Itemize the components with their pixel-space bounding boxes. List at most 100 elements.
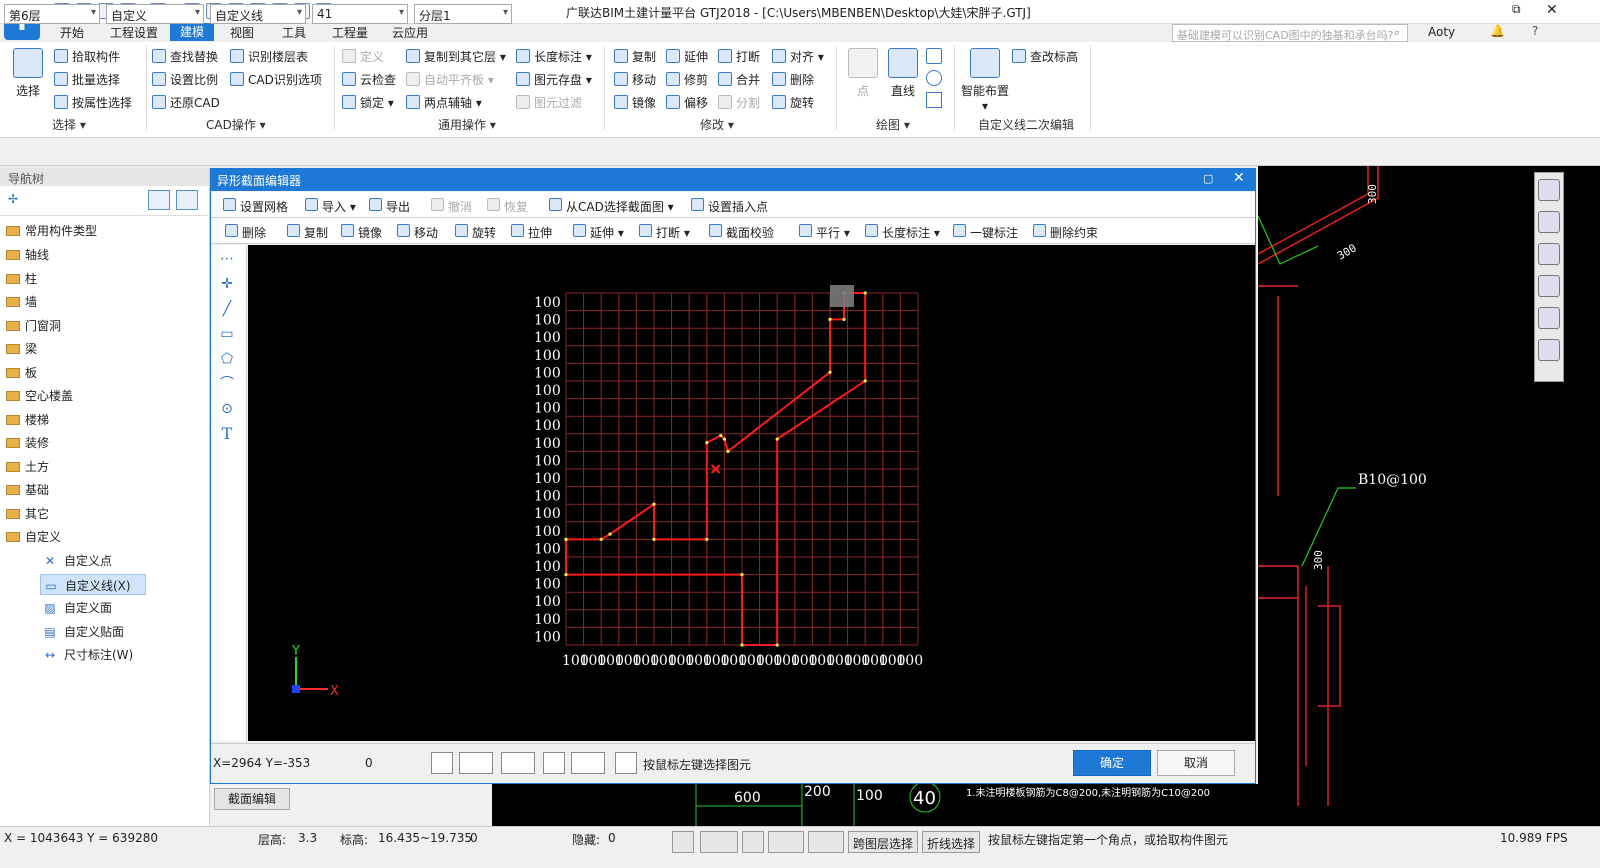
section-move-button[interactable]: 移动: [397, 224, 438, 241]
restore-cad-button[interactable]: 还原CAD: [152, 94, 220, 111]
restore-icon[interactable]: ⧉: [1512, 2, 1521, 17]
export-button[interactable]: 导出: [369, 198, 410, 215]
search-input[interactable]: 基础建模可以识别CAD图中的独基和承台吗?: [1172, 24, 1408, 42]
menu-quantity[interactable]: 工程量: [332, 24, 368, 41]
layer-select[interactable]: 分层1: [414, 4, 512, 24]
point-tool-icon[interactable]: ✛: [218, 277, 236, 291]
section-check-button[interactable]: 截面校验: [709, 224, 774, 241]
menu-modeling[interactable]: 建模: [170, 23, 215, 41]
line-tool-icon[interactable]: ╱: [218, 302, 236, 316]
layer-panel-icon[interactable]: [1538, 339, 1560, 361]
snap-mode-icon[interactable]: [700, 831, 738, 853]
group-select[interactable]: 选择 ▾: [52, 116, 86, 133]
tab-section-edit[interactable]: 截面编辑: [214, 788, 290, 810]
nav-sub-custom-point[interactable]: ✕ 自定义点: [42, 552, 112, 569]
pin-icon[interactable]: ✢: [8, 192, 18, 206]
snap-icon[interactable]: [459, 752, 493, 774]
cancel-button[interactable]: 取消: [1157, 750, 1235, 776]
offset-button[interactable]: 偏移: [666, 94, 708, 111]
polyline-select-button[interactable]: 折线选择: [922, 831, 981, 853]
help-icon[interactable]: ?: [1532, 24, 1538, 38]
nav-item-hollow-floor[interactable]: 空心楼盖: [6, 387, 73, 404]
nav-item-decoration[interactable]: 装修: [6, 434, 49, 451]
cad-options-button[interactable]: CAD识别选项: [230, 71, 322, 88]
section-canvas[interactable]: 100 100 100 100 100 100 100 100 100 100 100 100 100 1…: [248, 245, 1255, 741]
nav-item-axis[interactable]: 轴线: [6, 246, 49, 263]
rect-tool-icon[interactable]: ▭: [218, 327, 236, 341]
nav-sub-custom-line[interactable]: ▭ 自定义线(X): [40, 574, 146, 595]
trim-button[interactable]: 修剪: [666, 71, 708, 88]
nav-item-foundation[interactable]: 基础: [6, 481, 49, 498]
nav-item-wall[interactable]: 墙: [6, 293, 37, 310]
nav-item-column[interactable]: 柱: [6, 270, 37, 287]
split-button[interactable]: 分割: [718, 94, 760, 111]
notification-icon[interactable]: 🔔: [1490, 24, 1505, 38]
nav-item-stairs[interactable]: 楼梯: [6, 411, 49, 428]
align-button[interactable]: 对齐 ▾: [772, 48, 824, 65]
move-button[interactable]: 移动: [614, 71, 656, 88]
import-button[interactable]: 导入 ▾: [305, 198, 356, 215]
nav-item-earthwork[interactable]: 土方: [6, 458, 49, 475]
length-dim-button[interactable]: 长度标注 ▾: [516, 48, 592, 65]
section-mirror-button[interactable]: 镜像: [341, 224, 382, 241]
line-button[interactable]: 直线: [886, 48, 920, 99]
tree-view-icon[interactable]: [176, 190, 198, 210]
select-button[interactable]: 选择: [10, 48, 46, 99]
close-window-icon[interactable]: ✕: [1546, 2, 1558, 18]
pick-component-button[interactable]: 拾取构件: [54, 48, 120, 65]
select-from-cad-button[interactable]: 从CAD选择截面图 ▾: [549, 198, 674, 215]
section-delete-button[interactable]: 删除: [225, 224, 266, 241]
parallel-button[interactable]: 平行 ▾: [799, 224, 850, 241]
delete-constraint-button[interactable]: 删除约束: [1033, 224, 1098, 241]
search-icon[interactable]: ⌕: [1394, 26, 1400, 40]
copy-button[interactable]: 复制: [614, 48, 656, 65]
type-select[interactable]: 自定义: [106, 4, 204, 24]
ortho-mode-icon[interactable]: [672, 831, 694, 853]
orbit-icon[interactable]: [1538, 179, 1560, 201]
list-view-icon[interactable]: [148, 190, 170, 210]
smart-layout-button[interactable]: 智能布置 ▾: [958, 48, 1012, 113]
circle-icon[interactable]: [926, 70, 942, 86]
group-draw[interactable]: 绘图 ▾: [876, 116, 910, 133]
cloud-check-button[interactable]: 云检查: [342, 71, 396, 88]
recognize-floor-table-button[interactable]: 识别楼层表: [230, 48, 308, 65]
maximize-icon[interactable]: ▢: [1203, 172, 1213, 185]
dotted-line-icon[interactable]: ⋯: [218, 252, 236, 266]
set-grid-button[interactable]: 设置网格: [223, 198, 288, 215]
arc-icon[interactable]: [926, 48, 942, 64]
nav-item-beam[interactable]: 梁: [6, 340, 37, 357]
merge-button[interactable]: 合并: [718, 71, 760, 88]
group-cad[interactable]: CAD操作 ▾: [206, 116, 266, 133]
component-select[interactable]: 自定义线: [210, 4, 306, 24]
set-scale-button[interactable]: 设置比例: [152, 71, 218, 88]
menu-start[interactable]: 开始: [60, 24, 84, 41]
section-extend-button[interactable]: 延伸 ▾: [573, 224, 624, 241]
menu-view[interactable]: 视图: [230, 24, 254, 41]
save-element-button[interactable]: 图元存盘 ▾: [516, 71, 592, 88]
rect-icon[interactable]: [926, 92, 942, 108]
track-icon[interactable]: [543, 752, 565, 774]
select-mode-icon[interactable]: [615, 752, 637, 774]
extend-button[interactable]: 延伸: [666, 48, 708, 65]
auto-dimension-button[interactable]: 一键标注: [953, 224, 1018, 241]
menu-tools[interactable]: 工具: [282, 24, 306, 41]
circle-tool-icon[interactable]: ⊙: [218, 402, 236, 416]
rotate-button[interactable]: 旋转: [772, 94, 814, 111]
floor-select[interactable]: 第6层: [4, 4, 100, 24]
define-button[interactable]: 定义: [342, 48, 384, 65]
osnap-icon[interactable]: [501, 752, 535, 774]
display-icon[interactable]: [571, 752, 605, 774]
plan-view-icon[interactable]: [1538, 243, 1560, 265]
ortho-icon[interactable]: [431, 752, 453, 774]
nav-item-custom[interactable]: 自定义: [6, 528, 61, 545]
group-modify[interactable]: 修改 ▾: [700, 116, 734, 133]
menu-project-settings[interactable]: 工程设置: [110, 24, 158, 41]
set-insert-point-button[interactable]: 设置插入点: [691, 198, 768, 215]
section-stretch-button[interactable]: 拉伸: [511, 224, 552, 241]
box-view-icon[interactable]: [1538, 275, 1560, 297]
group-common[interactable]: 通用操作 ▾: [438, 116, 496, 133]
dim-mode-icon[interactable]: [808, 831, 844, 853]
cross-icon[interactable]: [742, 831, 764, 853]
3d-view-icon[interactable]: [1538, 211, 1560, 233]
angle-icon[interactable]: [768, 831, 804, 853]
